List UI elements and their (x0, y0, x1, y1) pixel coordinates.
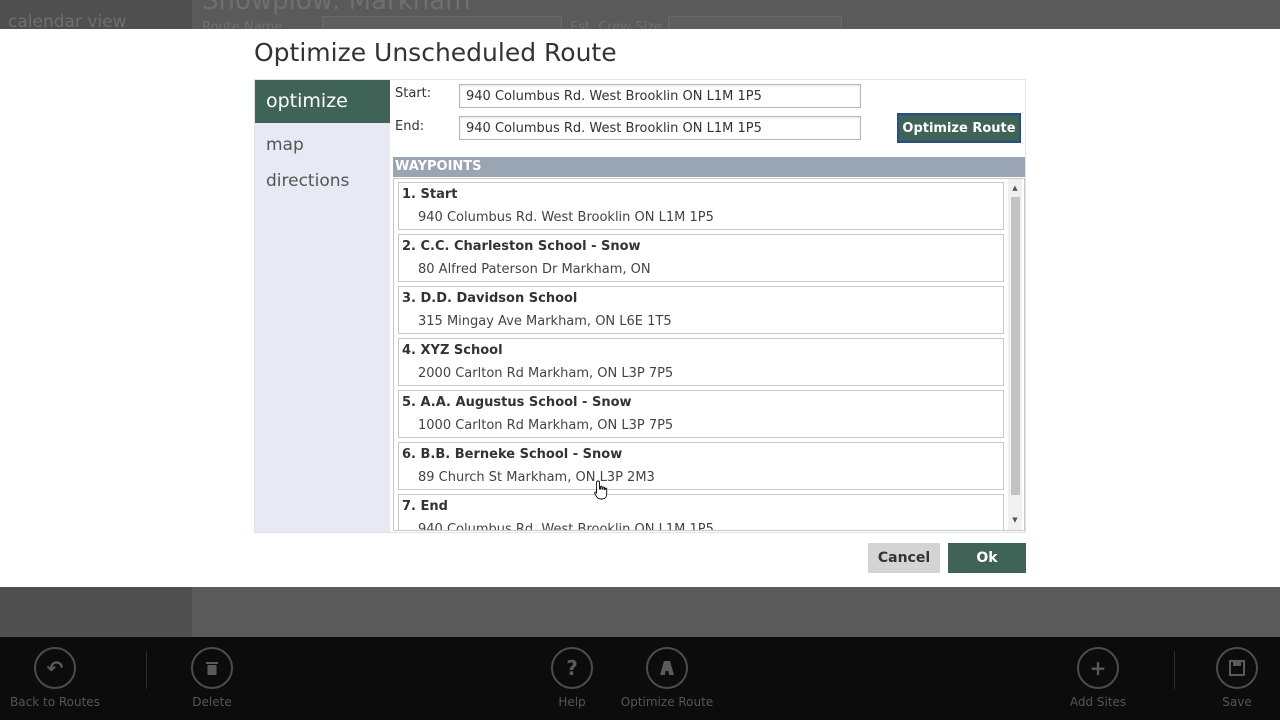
waypoint-title: 3. D.D. Davidson School (402, 291, 578, 306)
help-icon: ? (551, 647, 593, 689)
help-label: Help (558, 695, 586, 709)
optimize-route-button[interactable]: Optimize Route (897, 113, 1021, 143)
delete-label: Delete (192, 695, 232, 709)
waypoint-title: 2. C.C. Charleston School - Snow (402, 239, 641, 254)
scroll-thumb[interactable] (1011, 197, 1020, 495)
trash-icon (191, 647, 233, 689)
waypoint-title: 7. End (402, 499, 448, 514)
start-input[interactable] (459, 84, 861, 108)
delete-button[interactable]: Delete (157, 647, 267, 709)
dialog-nav: optimize map directions (255, 80, 390, 532)
optimize-route-label: Optimize Route (620, 695, 714, 709)
road-icon (646, 647, 688, 689)
save-label: Save (1222, 695, 1252, 709)
app-bar: ↶ Back to Routes Delete ? Help Optimize … (0, 637, 1280, 720)
optimize-route-appbar-button[interactable]: Optimize Route (612, 647, 722, 709)
nav-item-directions[interactable]: directions (255, 163, 390, 199)
end-label: End: (395, 119, 425, 134)
save-button[interactable]: Save (1182, 647, 1280, 709)
waypoint-title: 1. Start (402, 187, 458, 202)
waypoint-address: 940 Columbus Rd. West Brooklin ON L1M 1P… (418, 522, 714, 531)
start-label: Start: (395, 86, 432, 101)
dialog-title: Optimize Unscheduled Route (254, 38, 617, 67)
waypoint-title: 5. A.A. Augustus School - Snow (402, 395, 632, 410)
nav-item-optimize[interactable]: optimize (255, 80, 390, 123)
waypoint-title: 4. XYZ School (402, 343, 503, 358)
optimize-panel: Start: End: Optimize Route WAYPOINTS 1. … (391, 80, 1025, 532)
waypoint-item[interactable]: 1. Start 940 Columbus Rd. West Brooklin … (398, 182, 1004, 230)
route-title: Snowplow: Markham (202, 0, 471, 16)
waypoint-title: 6. B.B. Berneke School - Snow (402, 447, 623, 462)
waypoint-item[interactable]: 7. End 940 Columbus Rd. West Brooklin ON… (398, 494, 1004, 531)
scroll-down-icon[interactable]: ▼ (1008, 513, 1022, 527)
waypoint-item[interactable]: 2. C.C. Charleston School - Snow 80 Alfr… (398, 234, 1004, 282)
dialog-body: optimize map directions Start: End: Opti… (254, 79, 1026, 533)
back-to-routes-button[interactable]: ↶ Back to Routes (0, 647, 110, 709)
waypoints-header: WAYPOINTS (393, 157, 1025, 177)
back-to-routes-label: Back to Routes (10, 695, 100, 709)
waypoint-address: 2000 Carlton Rd Markham, ON L3P 7P5 (418, 366, 674, 381)
ok-button[interactable]: Ok (948, 543, 1026, 573)
add-sites-button[interactable]: + Add Sites (1043, 647, 1153, 709)
undo-icon: ↶ (34, 647, 76, 689)
waypoint-item[interactable]: 3. D.D. Davidson School 315 Mingay Ave M… (398, 286, 1004, 334)
waypoints-list[interactable]: 1. Start 940 Columbus Rd. West Brooklin … (393, 178, 1025, 531)
waypoint-item[interactable]: 6. B.B. Berneke School - Snow 89 Church … (398, 442, 1004, 490)
hand-cursor-icon (594, 480, 608, 500)
cancel-button[interactable]: Cancel (868, 543, 940, 573)
end-input[interactable] (459, 116, 861, 140)
waypoint-address: 80 Alfred Paterson Dr Markham, ON (418, 262, 651, 277)
optimize-dialog: Optimize Unscheduled Route optimize map … (0, 29, 1280, 587)
waypoint-item[interactable]: 4. XYZ School 2000 Carlton Rd Markham, O… (398, 338, 1004, 386)
scroll-up-icon[interactable]: ▲ (1008, 181, 1022, 195)
waypoint-address: 1000 Carlton Rd Markham, ON L3P 7P5 (418, 418, 674, 433)
appbar-separator (1174, 651, 1175, 689)
nav-item-map[interactable]: map (255, 127, 390, 163)
waypoint-address: 89 Church St Markham, ON L3P 2M3 (418, 470, 655, 485)
plus-icon: + (1077, 647, 1119, 689)
add-sites-label: Add Sites (1069, 695, 1127, 709)
appbar-separator (146, 651, 147, 689)
waypoints-scrollbar[interactable]: ▲ ▼ (1008, 179, 1022, 530)
help-button[interactable]: ? Help (517, 647, 627, 709)
waypoint-item[interactable]: 5. A.A. Augustus School - Snow 1000 Carl… (398, 390, 1004, 438)
waypoint-address: 315 Mingay Ave Markham, ON L6E 1T5 (418, 314, 672, 329)
save-icon (1216, 647, 1258, 689)
waypoint-address: 940 Columbus Rd. West Brooklin ON L1M 1P… (418, 210, 714, 225)
